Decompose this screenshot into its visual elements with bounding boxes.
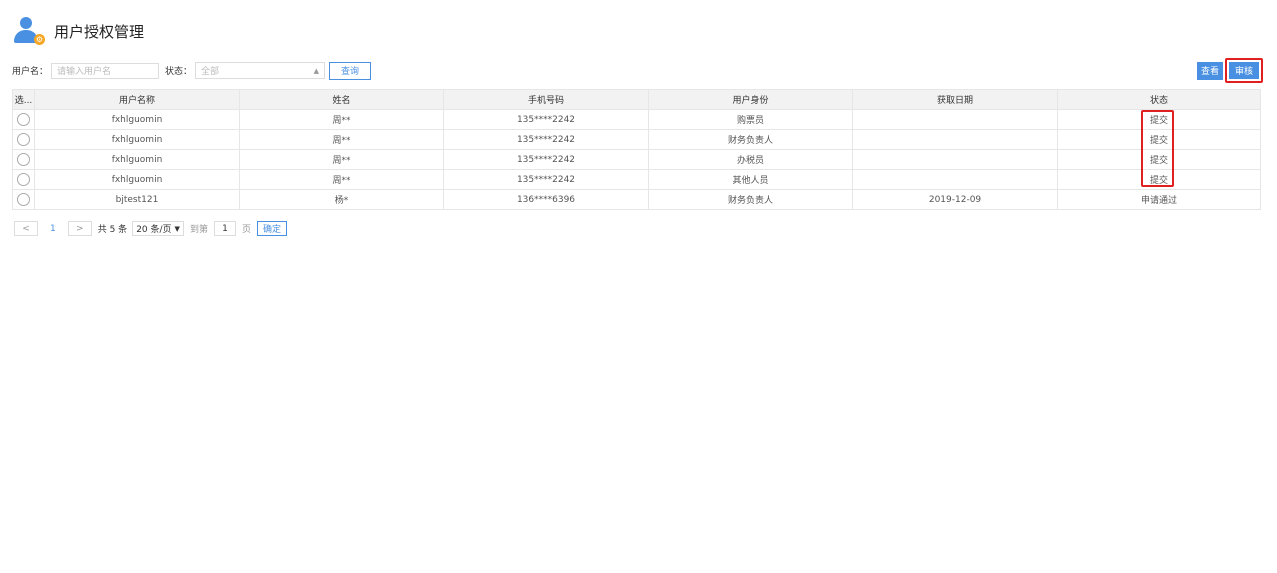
cell-username: bjtest121 [34,189,240,210]
cell-date [852,109,1058,130]
user-table: 选... 用户名称 姓名 手机号码 用户身份 获取日期 状态 fxhlguomi… [12,89,1261,210]
cell-username: fxhlguomin [34,109,240,130]
col-username[interactable]: 用户名称 [34,89,240,110]
cell-username: fxhlguomin [34,129,240,150]
page-size-value: 20 条/页 [136,225,172,235]
cell-date [852,129,1058,150]
cell-identity: 财务负责人 [648,189,853,210]
username-input[interactable]: 请输入用户名 [51,62,160,79]
goto-label: 到第 [189,225,208,235]
audit-button[interactable]: 审核 [1228,62,1259,79]
row-radio[interactable] [17,193,30,206]
table-row[interactable]: fxhlguomin 周** 135****2242 其他人员 提交 [12,169,1261,190]
confirm-button[interactable]: 确定 [256,221,287,236]
cell-identity: 其他人员 [648,169,853,190]
col-name[interactable]: 姓名 [239,89,444,110]
cell-name: 杨* [239,189,444,210]
query-button[interactable]: 查询 [329,61,372,80]
search-bar: 用户名： 请输入用户名 状态： 全部 ▲ 查询 [12,61,372,80]
table-row[interactable]: bjtest121 杨* 136****6396 财务负责人 2019-12-0… [12,189,1261,210]
cell-name: 周** [239,109,444,130]
cell-status: 申请通过 [1057,189,1261,210]
cell-phone: 135****2242 [443,109,649,130]
table-row[interactable]: fxhlguomin 周** 135****2242 购票员 提交 [12,109,1261,130]
page-size-select[interactable]: 20 条/页 ▼ [132,221,184,236]
cell-phone: 135****2242 [443,169,649,190]
table-row[interactable]: fxhlguomin 周** 135****2242 办税员 提交 [12,149,1261,170]
cell-phone: 136****6396 [443,189,649,210]
cell-username: fxhlguomin [34,149,240,170]
col-identity[interactable]: 用户身份 [648,89,853,110]
col-phone[interactable]: 手机号码 [443,89,649,110]
audit-button-highlight: 审核 [1224,58,1263,83]
prev-page-button[interactable]: < [14,221,38,236]
col-status[interactable]: 状态 [1057,89,1261,110]
top-actions: 查看 审核 [1196,58,1263,83]
row-radio[interactable] [17,113,30,126]
table-row[interactable]: fxhlguomin 周** 135****2242 财务负责人 提交 [12,129,1261,150]
status-select-value: 全部 [201,67,220,77]
cell-identity: 购票员 [648,109,853,130]
cell-identity: 财务负责人 [648,129,853,150]
cell-name: 周** [239,129,444,150]
row-radio[interactable] [17,133,30,146]
cell-name: 周** [239,169,444,190]
caret-down-icon: ▼ [174,224,180,233]
page-title: 用户授权管理 [54,22,145,41]
row-radio[interactable] [17,173,30,186]
cell-identity: 办税员 [648,149,853,170]
pagination: < 1 > 共 5 条 20 条/页 ▼ 到第 1 页 确定 [14,220,287,237]
cell-name: 周** [239,149,444,170]
cell-date [852,149,1058,170]
cell-date: 2019-12-09 [852,189,1058,210]
cell-date [852,169,1058,190]
cell-status: 提交 [1057,129,1261,150]
cell-username: fxhlguomin [34,169,240,190]
page-header: ⚙ 用户授权管理 [14,16,144,46]
cell-status: 提交 [1057,109,1261,130]
goto-page-input[interactable]: 1 [213,221,236,236]
table-header-row: 选... 用户名称 姓名 手机号码 用户身份 获取日期 状态 [12,89,1261,110]
cell-status: 提交 [1057,149,1261,170]
cell-phone: 135****2242 [443,129,649,150]
status-select[interactable]: 全部 ▲ [195,62,326,79]
view-button[interactable]: 查看 [1196,61,1223,80]
page-unit-label: 页 [241,225,251,235]
col-select[interactable]: 选... [12,89,35,110]
username-label: 用户名： [12,67,49,77]
next-page-button[interactable]: > [67,221,92,236]
col-date[interactable]: 获取日期 [852,89,1058,110]
row-radio[interactable] [17,153,30,166]
chevron-down-icon: ▲ [313,66,320,75]
status-label: 状态： [165,67,193,77]
cell-phone: 135****2242 [443,149,649,170]
cell-status: 提交 [1057,169,1261,190]
current-page[interactable]: 1 [50,224,56,234]
user-settings-icon: ⚙ [14,16,46,46]
total-count: 共 5 条 [97,225,128,235]
